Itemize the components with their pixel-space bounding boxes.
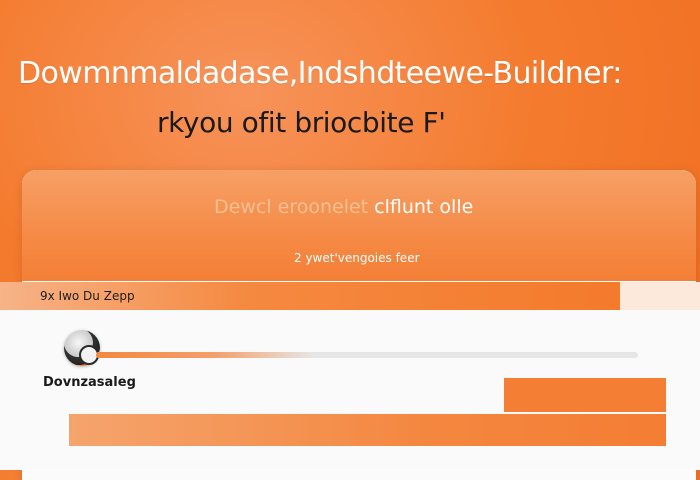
download-progress-fill xyxy=(96,352,313,358)
strip-end xyxy=(620,282,700,310)
info-strip: 9x Iwo Du Zepp xyxy=(0,282,620,310)
primary-bar-button[interactable] xyxy=(69,414,666,446)
app-disc-icon xyxy=(64,330,100,366)
card-header-subtitle: 2 ywet'vengoies feer xyxy=(294,251,420,265)
card-header-title-dim: Dewcl eroonelet xyxy=(214,196,369,218)
strip-label: 9x Iwo Du Zepp xyxy=(40,289,135,303)
hero-title: Dowmnmaldadase,Indshdteewe-Buildner: xyxy=(18,56,622,91)
card-header-title: Dewcl eroonelet clflunt olle xyxy=(214,196,473,218)
hero-subtitle: rkyou ofit briocbite F' xyxy=(157,106,446,139)
download-progress xyxy=(96,352,638,358)
card-header: Dewcl eroonelet clflunt olle 2 ywet'veng… xyxy=(22,170,696,281)
download-action-button[interactable] xyxy=(504,378,666,412)
card-header-title-main: clflunt olle xyxy=(374,196,474,218)
download-label: Dovnzasaleg xyxy=(43,375,136,390)
